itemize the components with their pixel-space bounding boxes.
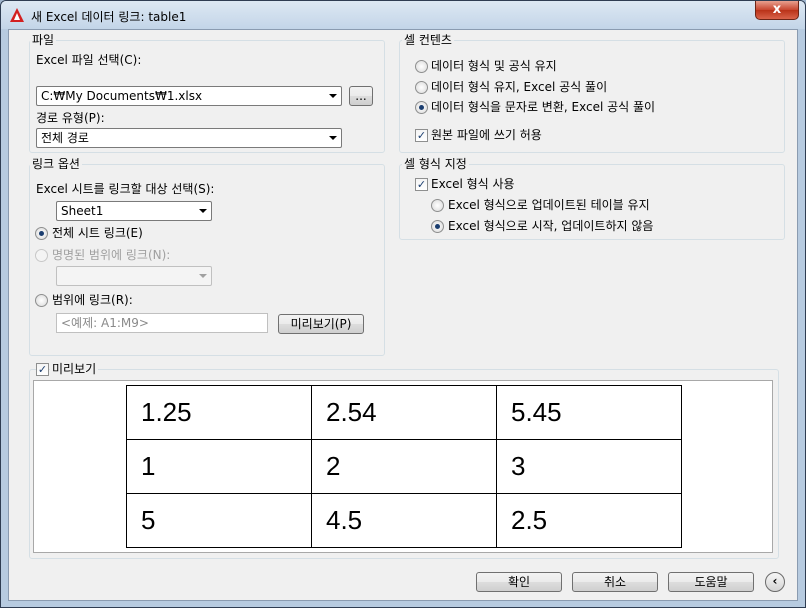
convert-text-solve-formula-radio[interactable]: [415, 101, 428, 114]
help-button[interactable]: 도움말: [668, 572, 754, 592]
file-legend: 파일: [30, 33, 57, 47]
named-range-combo[interactable]: [56, 266, 212, 286]
path-type-label: 경로 유형(P):: [36, 111, 105, 125]
excel-file-select-label: Excel 파일 선택(C):: [36, 53, 142, 67]
table-row: 1.25 2.54 5.45: [126, 385, 682, 440]
table-cell: 1.25: [126, 385, 312, 440]
keep-updated-table-label[interactable]: Excel 형식으로 업데이트된 테이블 유지: [448, 198, 650, 212]
excel-file-combo[interactable]: C:₩My Documents₩1.xlsx: [36, 86, 342, 106]
table-cell: 3: [496, 439, 682, 494]
preview-checkbox[interactable]: ✓: [36, 363, 49, 376]
cell-format-legend: 셀 형식 지정: [402, 157, 469, 171]
preview-label[interactable]: 미리보기: [50, 362, 99, 376]
range-placeholder: <예제: A1:M9>: [61, 316, 149, 330]
chevron-down-icon: [199, 209, 207, 213]
allow-write-checkbox[interactable]: ✓: [415, 129, 428, 142]
ok-button[interactable]: 확인: [476, 572, 562, 592]
preview-table: 1.25 2.54 5.45 1 2 3 5 4.5 2.5: [126, 385, 682, 548]
preview-range-button[interactable]: 미리보기(P): [278, 314, 364, 334]
link-named-range-label[interactable]: 명명된 범위에 링크(N):: [52, 248, 170, 262]
table-cell: 1: [126, 439, 312, 494]
cancel-button[interactable]: 취소: [572, 572, 658, 592]
link-options-legend: 링크 옵션: [30, 157, 82, 171]
start-no-update-radio[interactable]: [431, 220, 444, 233]
keep-updated-table-radio[interactable]: [431, 199, 444, 212]
link-entire-sheet-label[interactable]: 전체 시트 링크(E): [52, 226, 143, 240]
sheet-select-label: Excel 시트를 링크할 대상 선택(S):: [36, 182, 215, 196]
chevron-down-icon: [329, 94, 337, 98]
window-title: 새 Excel 데이터 링크: table1: [31, 10, 187, 24]
table-row: 1 2 3: [126, 439, 682, 494]
allow-write-label[interactable]: 원본 파일에 쓰기 허용: [431, 128, 542, 142]
close-icon: x: [772, 2, 782, 17]
table-row: 5 4.5 2.5: [126, 493, 682, 548]
chevron-down-icon: [199, 274, 207, 278]
cancel-label: 취소: [603, 575, 627, 589]
browse-label: ...: [355, 89, 367, 103]
cell-contents-group: 셀 컨텐츠 데이터 형식 및 공식 유지 데이터 형식 유지, Excel 공식…: [399, 33, 785, 153]
use-excel-format-checkbox[interactable]: ✓: [415, 178, 428, 191]
excel-file-value: C:₩My Documents₩1.xlsx: [41, 89, 203, 103]
sheet-value: Sheet1: [61, 204, 104, 218]
dialog-window: 새 Excel 데이터 링크: table1 x 파일 Excel 파일 선택(…: [0, 0, 806, 608]
table-cell: 5.45: [496, 385, 682, 440]
link-range-radio[interactable]: [35, 294, 48, 307]
keep-format-formula-radio[interactable]: [415, 60, 428, 73]
range-input[interactable]: <예제: A1:M9>: [56, 313, 268, 333]
use-excel-format-label[interactable]: Excel 형식 사용: [431, 177, 515, 191]
collapse-button[interactable]: ‹: [765, 572, 785, 592]
cell-format-group: 셀 형식 지정 ✓ Excel 형식 사용 Excel 형식으로 업데이트된 테…: [399, 157, 785, 240]
chevron-down-icon: [329, 136, 337, 140]
table-cell: 2.54: [311, 385, 497, 440]
table-cell: 5: [126, 493, 312, 548]
link-entire-sheet-radio[interactable]: [35, 227, 48, 240]
help-label: 도움말: [694, 575, 728, 589]
close-button[interactable]: x: [755, 1, 799, 20]
path-type-value: 전체 경로: [41, 131, 89, 145]
keep-format-solve-formula-radio[interactable]: [415, 81, 428, 94]
path-type-combo[interactable]: 전체 경로: [36, 128, 342, 148]
keep-format-formula-label[interactable]: 데이터 형식 및 공식 유지: [431, 59, 557, 73]
convert-text-solve-formula-label[interactable]: 데이터 형식을 문자로 변환, Excel 공식 풀이: [431, 100, 655, 114]
cell-contents-legend: 셀 컨텐츠: [402, 33, 454, 47]
link-named-range-radio[interactable]: [35, 249, 48, 262]
dialog-body: 파일 Excel 파일 선택(C): C:₩My Documents₩1.xls…: [8, 29, 798, 601]
preview-area: 1.25 2.54 5.45 1 2 3 5 4.5 2.5: [33, 380, 773, 553]
keep-format-solve-formula-label[interactable]: 데이터 형식 유지, Excel 공식 풀이: [431, 80, 607, 94]
file-group: 파일 Excel 파일 선택(C): C:₩My Documents₩1.xls…: [29, 33, 385, 153]
sheet-combo[interactable]: Sheet1: [56, 201, 212, 221]
start-no-update-label[interactable]: Excel 형식으로 시작, 업데이트하지 않음: [448, 219, 653, 233]
table-cell: 2: [311, 439, 497, 494]
link-range-label[interactable]: 범위에 링크(R):: [52, 293, 133, 307]
browse-button[interactable]: ...: [349, 86, 373, 106]
autocad-logo-icon: [10, 8, 24, 22]
table-cell: 4.5: [311, 493, 497, 548]
chevron-left-icon: ‹: [772, 574, 778, 588]
table-cell: 2.5: [496, 493, 682, 548]
ok-label: 확인: [507, 575, 531, 589]
preview-range-label: 미리보기(P): [290, 317, 352, 331]
title-bar[interactable]: 새 Excel 데이터 링크: table1 x: [1, 1, 805, 29]
link-options-group: 링크 옵션 Excel 시트를 링크할 대상 선택(S): Sheet1 전체 …: [29, 157, 385, 356]
